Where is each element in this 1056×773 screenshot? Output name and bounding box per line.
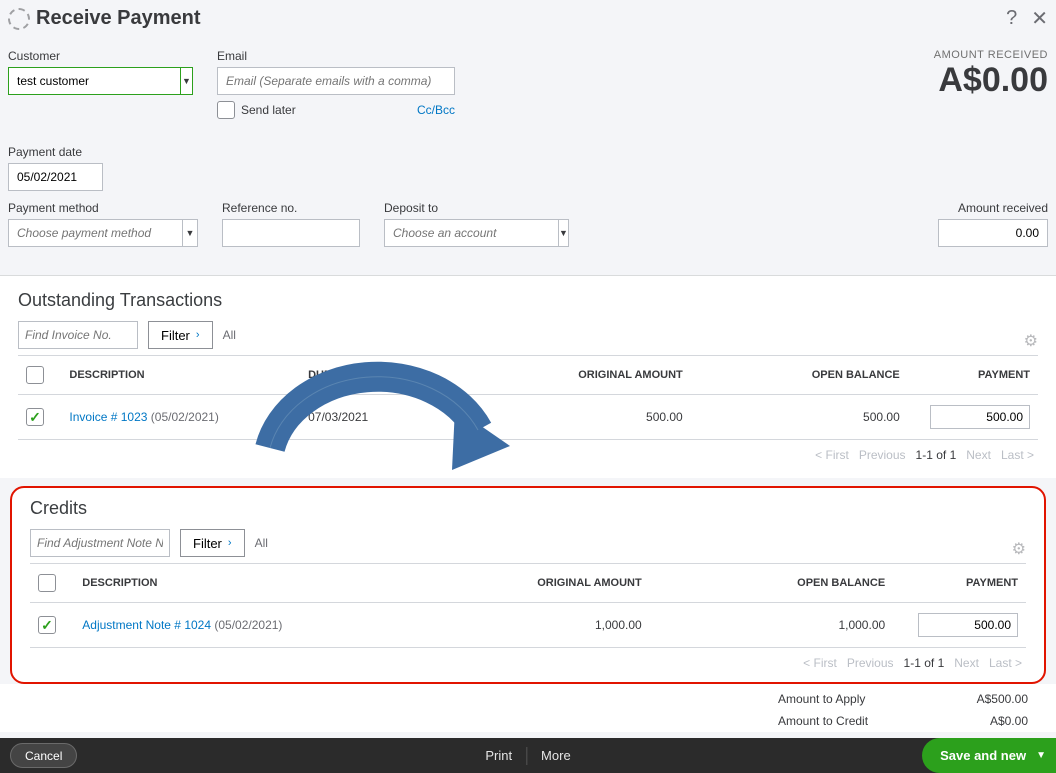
filter-button[interactable]: Filter › bbox=[180, 529, 245, 557]
filter-button[interactable]: Filter › bbox=[148, 321, 213, 349]
pager-last[interactable]: Last > bbox=[989, 656, 1022, 670]
pager-next[interactable]: Next bbox=[954, 656, 979, 670]
original-amount-cell: 500.00 bbox=[474, 395, 691, 440]
col-payment: PAYMENT bbox=[893, 564, 1026, 603]
customer-label: Customer bbox=[8, 49, 193, 63]
open-balance-cell: 500.00 bbox=[691, 395, 908, 440]
outstanding-table: DESCRIPTION DUE DATE ORIGINAL AMOUNT OPE… bbox=[18, 355, 1038, 440]
save-and-new-button[interactable]: Save and new ▼ bbox=[922, 738, 1056, 773]
chevron-down-icon[interactable]: ▼ bbox=[1036, 750, 1046, 761]
col-description: DESCRIPTION bbox=[74, 564, 406, 603]
select-all-checkbox[interactable] bbox=[26, 366, 44, 384]
chevron-down-icon[interactable]: ▼ bbox=[558, 219, 569, 247]
cancel-button[interactable]: Cancel bbox=[10, 743, 77, 768]
pager-range: 1-1 of 1 bbox=[916, 448, 957, 462]
gear-icon[interactable]: ⚙ bbox=[1024, 333, 1038, 350]
pager-prev[interactable]: Previous bbox=[859, 448, 906, 462]
reference-label: Reference no. bbox=[222, 201, 360, 215]
amount-rcv-input[interactable] bbox=[938, 219, 1048, 247]
select-all-checkbox[interactable] bbox=[38, 574, 56, 592]
filter-label: Filter bbox=[193, 536, 222, 551]
row-checkbox[interactable] bbox=[26, 408, 44, 426]
customer-select[interactable]: ▼ bbox=[8, 67, 193, 95]
more-button[interactable]: More bbox=[541, 748, 571, 763]
pager-prev[interactable]: Previous bbox=[847, 656, 894, 670]
payment-method-input[interactable] bbox=[8, 219, 182, 247]
payment-input[interactable] bbox=[930, 405, 1030, 429]
amount-to-apply-value: A$500.00 bbox=[938, 692, 1028, 706]
original-amount-cell: 1,000.00 bbox=[406, 603, 649, 648]
payment-method-label: Payment method bbox=[8, 201, 198, 215]
send-later-label: Send later bbox=[241, 103, 296, 117]
chevron-right-icon: › bbox=[196, 329, 200, 341]
invoice-date: (05/02/2021) bbox=[151, 410, 219, 424]
receive-payment-icon bbox=[8, 8, 30, 30]
amount-to-apply-label: Amount to Apply bbox=[778, 692, 898, 706]
credits-section: Credits Filter › All ⚙ DESCRIPTION ORIGI… bbox=[10, 486, 1046, 684]
payment-date-input[interactable] bbox=[8, 163, 103, 191]
filter-label: Filter bbox=[161, 328, 190, 343]
reference-input[interactable] bbox=[222, 219, 360, 247]
amount-received-title: AMOUNT RECEIVED bbox=[934, 49, 1048, 61]
credit-date: (05/02/2021) bbox=[214, 618, 282, 632]
col-original-amount: ORIGINAL AMOUNT bbox=[406, 564, 649, 603]
amount-to-credit-label: Amount to Credit bbox=[778, 714, 898, 728]
pager-last[interactable]: Last > bbox=[1001, 448, 1034, 462]
divider bbox=[526, 747, 527, 765]
row-checkbox[interactable] bbox=[38, 616, 56, 634]
close-icon[interactable]: ✕ bbox=[1031, 6, 1048, 31]
pager-next[interactable]: Next bbox=[966, 448, 991, 462]
deposit-to-input[interactable] bbox=[384, 219, 558, 247]
pager-range: 1-1 of 1 bbox=[904, 656, 945, 670]
find-credit-input[interactable] bbox=[30, 529, 170, 557]
email-input[interactable] bbox=[217, 67, 455, 95]
save-label: Save and new bbox=[940, 748, 1026, 763]
deposit-to-select[interactable]: ▼ bbox=[384, 219, 554, 247]
table-row: Adjustment Note # 1024 (05/02/2021) 1,00… bbox=[30, 603, 1026, 648]
pager-first[interactable]: < First bbox=[803, 656, 837, 670]
payment-input[interactable] bbox=[918, 613, 1018, 637]
amount-to-credit-value: A$0.00 bbox=[938, 714, 1028, 728]
pager-first[interactable]: < First bbox=[815, 448, 849, 462]
amount-received-value: A$0.00 bbox=[934, 61, 1048, 100]
chevron-right-icon: › bbox=[228, 537, 232, 549]
open-balance-cell: 1,000.00 bbox=[650, 603, 893, 648]
gear-icon[interactable]: ⚙ bbox=[1012, 541, 1026, 558]
payment-method-select[interactable]: ▼ bbox=[8, 219, 198, 247]
credits-title: Credits bbox=[30, 498, 1026, 519]
col-open-balance: OPEN BALANCE bbox=[691, 356, 908, 395]
due-date-cell: 07/03/2021 bbox=[300, 395, 474, 440]
checkbox-icon[interactable] bbox=[217, 101, 235, 119]
table-row: Invoice # 1023 (05/02/2021) 07/03/2021 5… bbox=[18, 395, 1038, 440]
find-invoice-input[interactable] bbox=[18, 321, 138, 349]
outstanding-title: Outstanding Transactions bbox=[18, 290, 1038, 311]
help-icon[interactable]: ? bbox=[1006, 7, 1017, 30]
col-payment: PAYMENT bbox=[908, 356, 1038, 395]
footer-bar: Cancel Print More Save and new ▼ bbox=[0, 738, 1056, 773]
col-open-balance: OPEN BALANCE bbox=[650, 564, 893, 603]
amount-rcv-label: Amount received bbox=[938, 201, 1048, 215]
customer-input[interactable] bbox=[8, 67, 180, 95]
chevron-down-icon[interactable]: ▼ bbox=[180, 67, 193, 95]
print-button[interactable]: Print bbox=[485, 748, 512, 763]
deposit-to-label: Deposit to bbox=[384, 201, 554, 215]
col-due-date: DUE DATE bbox=[300, 356, 474, 395]
filter-all-label: All bbox=[223, 328, 236, 342]
col-original-amount: ORIGINAL AMOUNT bbox=[474, 356, 691, 395]
invoice-link[interactable]: Invoice # 1023 bbox=[69, 410, 147, 424]
credits-pager: < First Previous 1-1 of 1 Next Last > bbox=[30, 648, 1026, 678]
filter-all-label: All bbox=[255, 536, 268, 550]
credits-table: DESCRIPTION ORIGINAL AMOUNT OPEN BALANCE… bbox=[30, 563, 1026, 648]
outstanding-transactions-section: Outstanding Transactions Filter › All ⚙ … bbox=[0, 275, 1056, 478]
payment-date-label: Payment date bbox=[8, 145, 103, 159]
page-title: Receive Payment bbox=[36, 7, 201, 30]
chevron-down-icon[interactable]: ▼ bbox=[182, 219, 198, 247]
email-label: Email bbox=[217, 49, 455, 63]
credit-link[interactable]: Adjustment Note # 1024 bbox=[82, 618, 211, 632]
ccbcc-link[interactable]: Cc/Bcc bbox=[417, 103, 455, 117]
col-description: DESCRIPTION bbox=[61, 356, 300, 395]
send-later-checkbox[interactable]: Send later bbox=[217, 101, 296, 119]
outstanding-pager: < First Previous 1-1 of 1 Next Last > bbox=[18, 440, 1038, 470]
